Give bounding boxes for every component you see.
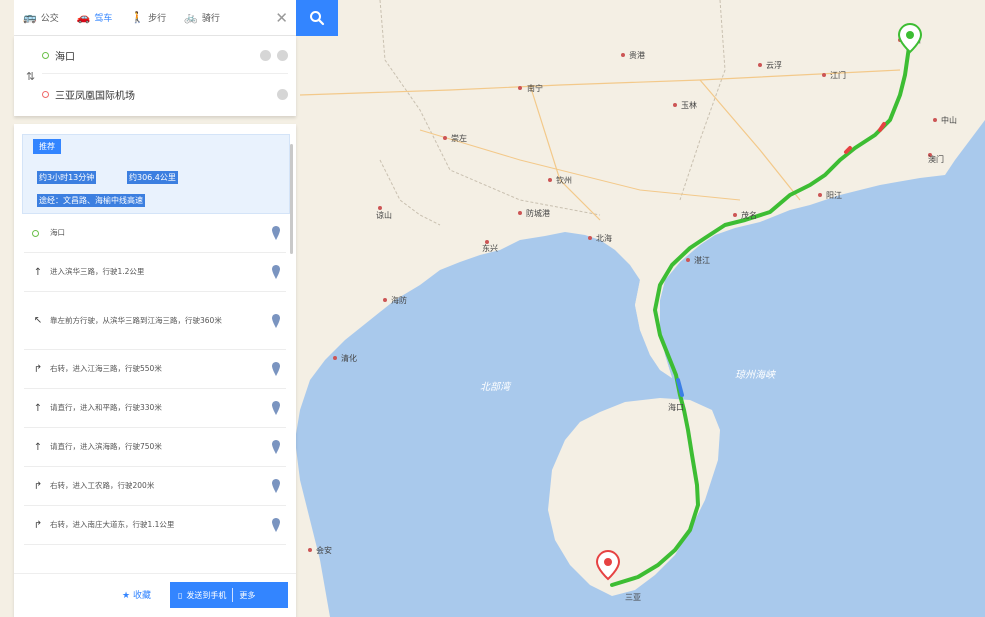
svg-text:崇左: 崇左 (451, 133, 467, 143)
end-dot-icon (42, 90, 49, 98)
star-icon: ★ (122, 591, 131, 601)
svg-text:会安: 会安 (316, 545, 332, 555)
step-item[interactable]: ↖ 靠左前方行驶，从滨华三路到江海三路，行驶360米 (24, 292, 286, 350)
turn-right-icon: ↱ (33, 519, 43, 531)
recommend-badge: 推荐 (33, 139, 61, 154)
add-waypoint-icon[interactable] (277, 50, 288, 61)
svg-text:钦州: 钦州 (556, 175, 572, 185)
step-item[interactable]: ↱ 右转，进入江海三路，行驶550米 (24, 350, 286, 389)
step-item[interactable]: ↱ 右转，进入南庄大道东，行驶1.1公里 (24, 506, 286, 545)
svg-text:琼州海峡: 琼州海峡 (735, 369, 777, 381)
phone-icon: ▯ (178, 590, 183, 600)
straight-arrow-icon: ↑ (33, 441, 43, 453)
svg-text:玉林: 玉林 (681, 100, 697, 110)
origin-icon (32, 229, 39, 237)
svg-text:云浮: 云浮 (766, 60, 782, 70)
svg-text:澳门: 澳门 (928, 154, 944, 164)
tab-walk[interactable]: 🚶 步行 (121, 0, 175, 36)
locate-icon[interactable] (272, 440, 280, 454)
svg-text:江门: 江门 (830, 70, 846, 80)
route-time: 约3小时13分钟 (37, 171, 97, 184)
end-field[interactable]: 三亚凤凰国际机场 (42, 76, 288, 112)
search-button[interactable] (296, 0, 338, 36)
route-distance: 约306.4公里 (127, 171, 178, 184)
scrollbar[interactable] (290, 144, 293, 254)
car-icon: 🚗 (76, 11, 91, 24)
close-icon[interactable]: ✕ (275, 9, 288, 27)
locate-icon[interactable] (272, 226, 280, 240)
bus-icon: 🚌 (23, 11, 37, 24)
svg-text:南宁: 南宁 (527, 83, 543, 93)
search-icon (310, 11, 325, 26)
clear-icon[interactable] (260, 50, 271, 61)
locate-icon[interactable] (272, 518, 280, 532)
locate-icon[interactable] (272, 362, 280, 376)
step-item[interactable]: ↑ 请直行，进入滨海路，行驶750米 (24, 428, 286, 467)
svg-text:北海: 北海 (596, 233, 612, 243)
more-button[interactable]: 更多 (239, 590, 255, 601)
turn-right-icon: ↱ (33, 480, 43, 492)
travel-mode-tabs: 🚌 公交 🚗 驾车 🚶 步行 🚲 骑行 ✕ (14, 0, 296, 36)
svg-text:防城港: 防城港 (526, 208, 550, 218)
svg-text:阳江: 阳江 (826, 191, 842, 200)
svg-text:清化: 清化 (341, 353, 357, 363)
locate-icon[interactable] (272, 313, 280, 328)
svg-text:茂名: 茂名 (741, 210, 757, 220)
svg-text:三亚: 三亚 (625, 593, 641, 602)
step-item[interactable]: ↑ 进入滨华三路，行驶1.2公里 (24, 253, 286, 292)
straight-arrow-icon: ↑ (33, 266, 43, 278)
tab-bike[interactable]: 🚲 骑行 (175, 0, 229, 36)
svg-text:海口: 海口 (668, 402, 684, 412)
start-field[interactable]: 海口 (42, 38, 288, 74)
svg-text:谅山: 谅山 (376, 210, 392, 220)
route-summary[interactable]: 推荐 约3小时13分钟 约306.4公里 途经：文昌路、海榆中线高速 (22, 134, 290, 214)
directions-panel: 推荐 约3小时13分钟 约306.4公里 途经：文昌路、海榆中线高速 海口 ↑ … (14, 124, 296, 617)
locate-icon[interactable] (272, 265, 280, 279)
favorite-button[interactable]: ★ 收藏 (122, 588, 151, 601)
svg-text:湛江: 湛江 (694, 256, 710, 265)
svg-text:东兴: 东兴 (482, 243, 498, 253)
start-dot-icon (42, 52, 49, 59)
svg-text:中山: 中山 (941, 115, 957, 125)
tab-drive[interactable]: 🚗 驾车 (68, 0, 122, 36)
straight-arrow-icon: ↑ (33, 402, 43, 414)
swap-icon[interactable]: ⇅ (26, 70, 35, 83)
route-via: 途经：文昌路、海榆中线高速 (37, 194, 145, 207)
step-item[interactable]: 海口 (24, 214, 286, 253)
action-bar: ★ 收藏 ▯ 发送到手机 更多 (14, 573, 296, 617)
send-to-phone-button[interactable]: ▯ 发送到手机 更多 (170, 582, 288, 608)
route-inputs: ⇅ 海口 三亚凤凰国际机场 (14, 36, 296, 116)
locate-icon[interactable] (272, 479, 280, 493)
walk-icon: 🚶 (130, 11, 145, 24)
turn-right-icon: ↱ (33, 363, 43, 375)
keep-left-icon: ↖ (33, 315, 43, 326)
step-list: 海口 ↑ 进入滨华三路，行驶1.2公里 ↖ 靠左前方行驶，从滨华三路到江海三路，… (24, 214, 286, 545)
svg-text:海防: 海防 (391, 295, 407, 305)
step-item[interactable]: ↱ 右转，进入工农路，行驶200米 (24, 467, 286, 506)
svg-text:贵港: 贵港 (629, 50, 645, 60)
divider (232, 588, 234, 602)
tab-bus[interactable]: 🚌 公交 (14, 0, 68, 36)
step-item[interactable]: ↑ 请直行，进入和平路，行驶330米 (24, 389, 286, 428)
svg-text:北部湾: 北部湾 (480, 381, 512, 393)
bike-icon: 🚲 (184, 11, 198, 24)
clear-icon[interactable] (277, 88, 288, 100)
locate-icon[interactable] (272, 401, 280, 415)
